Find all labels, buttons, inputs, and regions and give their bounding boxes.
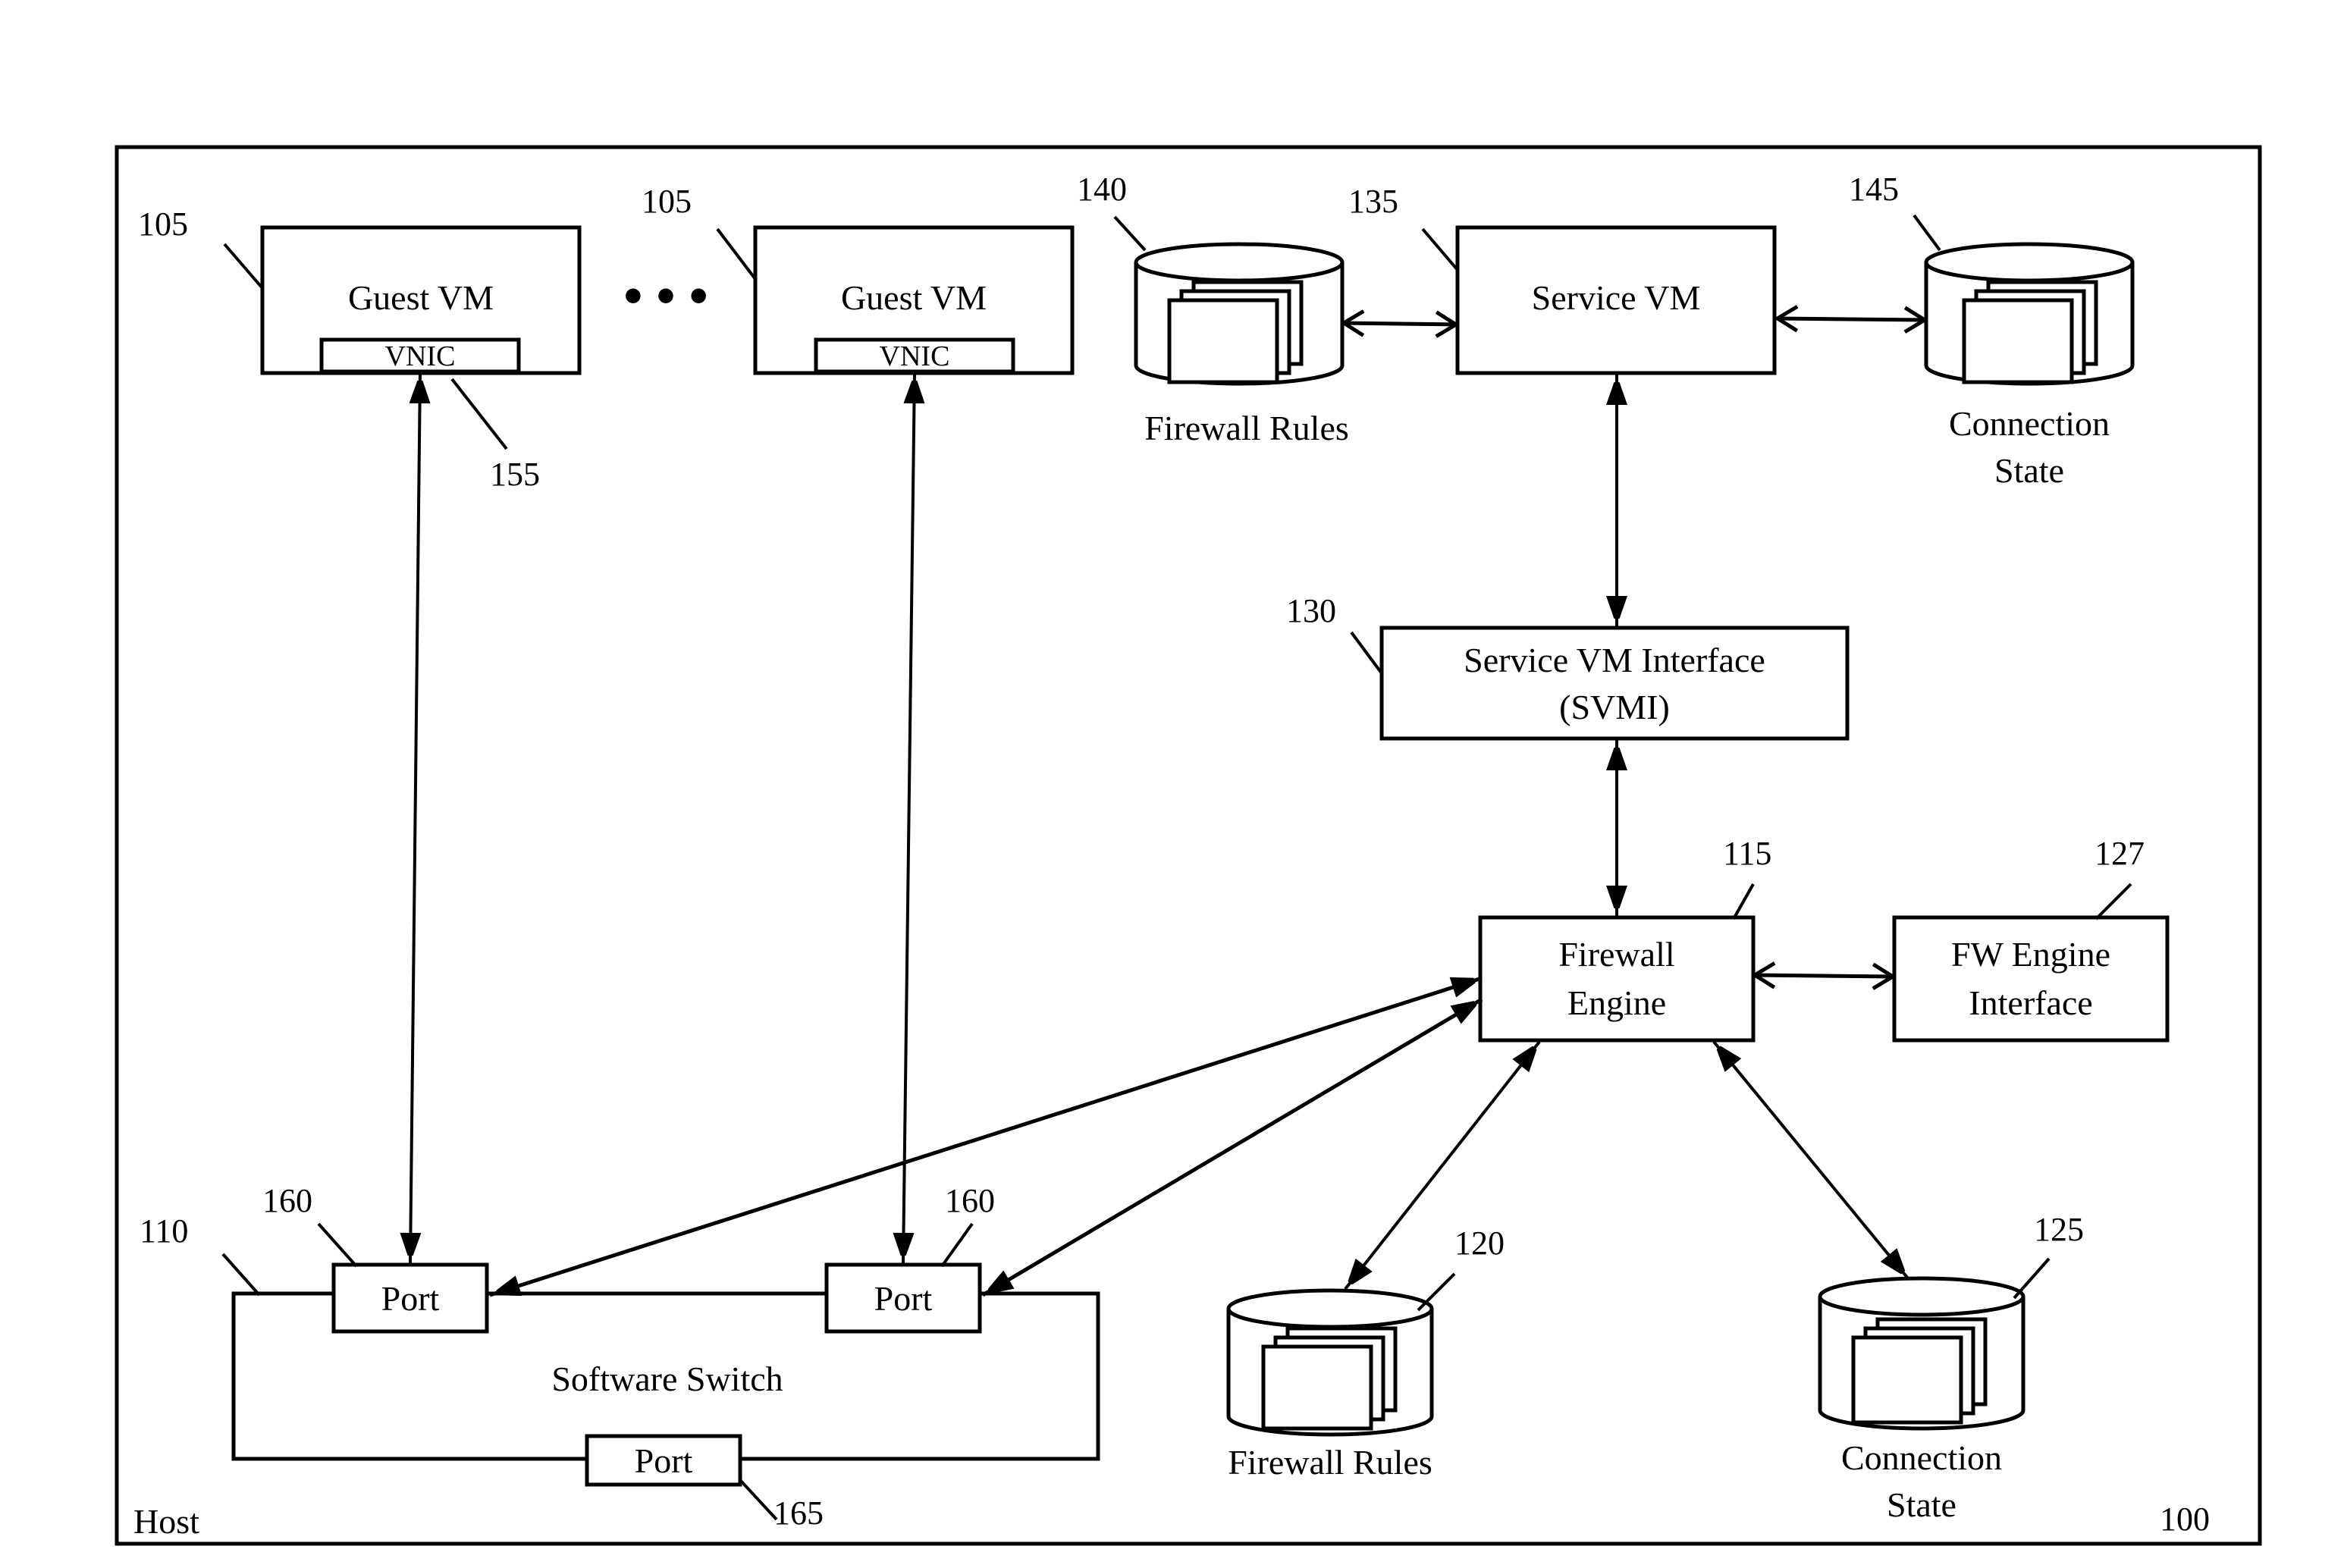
service-vm[interactable]: Service VM (1455, 225, 1777, 375)
arrow-firewallengine-fwinterface (1755, 975, 1893, 977)
fw-engine-interface-label-1: FW Engine (1951, 935, 2110, 974)
ref-145: 145 (1849, 171, 1899, 208)
arrow-fwrules140-servicevm (1344, 323, 1456, 325)
ref-155: 155 (490, 456, 540, 493)
guest-vm-2-label: Guest VM (841, 278, 987, 317)
switch-port-3-label: Port (635, 1441, 693, 1480)
service-connection-state-label-1: Connection (1949, 404, 2110, 443)
service-connection-state-db[interactable] (1924, 242, 2135, 386)
leader-110 (221, 1253, 261, 1297)
guest-vm-2[interactable]: Guest VM VNIC (753, 225, 1075, 375)
ref-105-b: 105 (642, 183, 692, 220)
leader-160-a (317, 1222, 358, 1268)
arrow-vnic2-port2 (903, 372, 915, 1264)
guest-vm-1-label: Guest VM (348, 278, 494, 317)
service-vm-label: Service VM (1532, 278, 1701, 317)
firewall-rules-label: Firewall Rules (1228, 1443, 1432, 1482)
leader-127 (2095, 883, 2132, 920)
arrow-firewallengine-fwrules120 (1344, 1040, 1541, 1290)
ref-130: 130 (1286, 592, 1336, 629)
ref-165: 165 (773, 1494, 824, 1532)
service-firewall-rules-label: Firewall Rules (1144, 409, 1349, 447)
ref-115: 115 (1723, 835, 1771, 872)
arrow-vnic1-port1 (410, 372, 420, 1264)
switch-port-2[interactable]: Port (824, 1262, 982, 1334)
software-switch-label: Software Switch (551, 1359, 783, 1398)
ref-125: 125 (2034, 1211, 2084, 1248)
firewall-rules-db[interactable] (1226, 1288, 1434, 1437)
arrow-servicevm-connstate145 (1778, 318, 1925, 320)
switch-port-2-label: Port (874, 1279, 933, 1318)
fw-engine-interface[interactable]: FW Engine Interface (1892, 915, 2170, 1043)
leader-145 (1913, 214, 1941, 252)
leader-160-b (940, 1222, 974, 1268)
leader-155 (450, 378, 508, 450)
ref-160-b: 160 (945, 1182, 995, 1219)
svmi-label-2: (SVMI) (1559, 688, 1670, 726)
firewall-engine-label-2: Engine (1567, 983, 1666, 1022)
ref-100: 100 (2160, 1501, 2210, 1538)
ref-120: 120 (1454, 1225, 1505, 1262)
leader-105-b (716, 227, 757, 281)
ref-127: 127 (2095, 835, 2145, 872)
ref-140: 140 (1077, 171, 1127, 208)
leader-165 (739, 1479, 778, 1521)
connection-state-label-2: State (1887, 1485, 1956, 1524)
firewall-engine-label-1: Firewall (1558, 935, 1674, 974)
guest-vm-1[interactable]: Guest VM VNIC (260, 225, 582, 375)
leader-120 (1417, 1272, 1456, 1312)
svmi-box[interactable]: Service VM Interface (SVMI) (1379, 626, 1850, 741)
ref-105-a: 105 (138, 205, 188, 243)
connection-state-db[interactable] (1818, 1276, 2026, 1431)
switch-port-1[interactable]: Port (331, 1262, 489, 1334)
service-firewall-rules-db[interactable] (1134, 242, 1345, 386)
switch-port-3[interactable]: Port (585, 1434, 742, 1487)
connection-state-label-1: Connection (1841, 1438, 2002, 1477)
vnic-2-label: VNIC (880, 340, 950, 372)
service-connection-state-label-2: State (1994, 451, 2064, 490)
svmi-label-1: Service VM Interface (1464, 641, 1765, 679)
fw-engine-interface-label-2: Interface (1969, 983, 2092, 1022)
arrow-firewallengine-connstate125 (1712, 1040, 1909, 1280)
leader-105-a (223, 243, 264, 290)
leader-115 (1732, 883, 1755, 920)
ref-160-a: 160 (262, 1182, 312, 1219)
ref-110: 110 (140, 1212, 188, 1250)
leader-130 (1350, 631, 1383, 675)
host-label: Host (133, 1502, 199, 1541)
vnic-1-label: VNIC (385, 340, 456, 372)
switch-port-1-label: Port (381, 1279, 440, 1318)
ellipsis: • • • (623, 265, 708, 326)
ref-135: 135 (1348, 183, 1398, 220)
leader-140 (1113, 215, 1147, 252)
leader-135 (1421, 227, 1459, 271)
firewall-engine[interactable]: Firewall Engine (1478, 915, 1756, 1043)
leader-125 (2013, 1257, 2051, 1300)
arrow-firewallengine-port2 (981, 997, 1483, 1297)
arrow-firewallengine-port1 (489, 976, 1483, 1297)
architecture-diagram: Host 100 Guest VM VNIC 105 155 • • • Gue… (115, 145, 2262, 1546)
